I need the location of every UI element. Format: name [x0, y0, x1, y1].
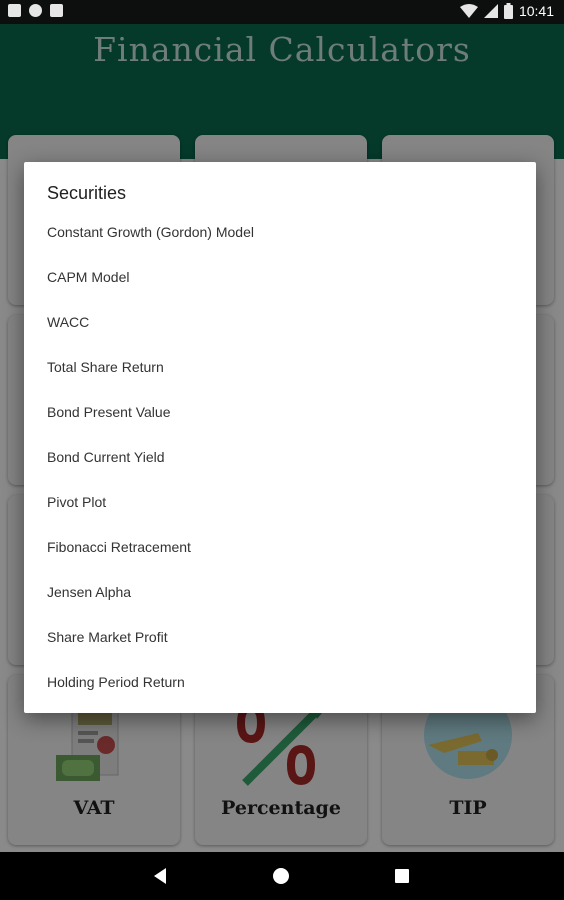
percentage-label: Percentage	[221, 797, 341, 819]
menu-item-holding-period-return[interactable]: Holding Period Return	[24, 660, 536, 705]
percentage-icon	[236, 703, 327, 786]
menu-item-share-market-profit[interactable]: Share Market Profit	[24, 615, 536, 660]
signal-icon	[483, 4, 498, 18]
status-bar: 10:41	[0, 0, 564, 24]
navigation-bar	[0, 852, 564, 900]
menu-item-bond-present-value[interactable]: Bond Present Value	[24, 390, 536, 435]
sd-card-icon	[50, 4, 63, 17]
menu-item-gordon-model[interactable]: Constant Growth (Gordon) Model	[24, 210, 536, 255]
menu-item-total-share-return[interactable]: Total Share Return	[24, 345, 536, 390]
dialog-title: Securities	[47, 183, 127, 203]
menu-item-wacc[interactable]: WACC	[24, 300, 536, 345]
vat-label: VAT	[73, 797, 115, 819]
wifi-icon	[459, 4, 478, 18]
battery-icon	[503, 3, 513, 19]
app-title: Financial Calculators	[93, 30, 471, 69]
menu-item-jensen-alpha[interactable]: Jensen Alpha	[24, 570, 536, 615]
back-icon[interactable]	[150, 866, 170, 886]
menu-item-bond-current-yield[interactable]: Bond Current Yield	[24, 435, 536, 480]
menu-item-fibonacci-retracement[interactable]: Fibonacci Retracement	[24, 525, 536, 570]
tip-label: TIP	[449, 797, 487, 819]
menu-item-capm-model[interactable]: CAPM Model	[24, 255, 536, 300]
status-time: 10:41	[518, 3, 554, 19]
status-right: 10:41	[459, 3, 554, 19]
notification-b-icon	[29, 4, 42, 17]
menu-item-pivot-plot[interactable]: Pivot Plot	[24, 480, 536, 525]
securities-dialog: Securities Constant Growth (Gordon) Mode…	[24, 162, 536, 713]
status-left-icons	[8, 4, 63, 17]
securities-menu: Constant Growth (Gordon) Model CAPM Mode…	[24, 210, 536, 705]
recents-icon[interactable]	[392, 866, 412, 886]
home-icon[interactable]	[271, 866, 291, 886]
notification-a-icon	[8, 4, 21, 17]
tax-receipt-icon	[56, 708, 119, 781]
